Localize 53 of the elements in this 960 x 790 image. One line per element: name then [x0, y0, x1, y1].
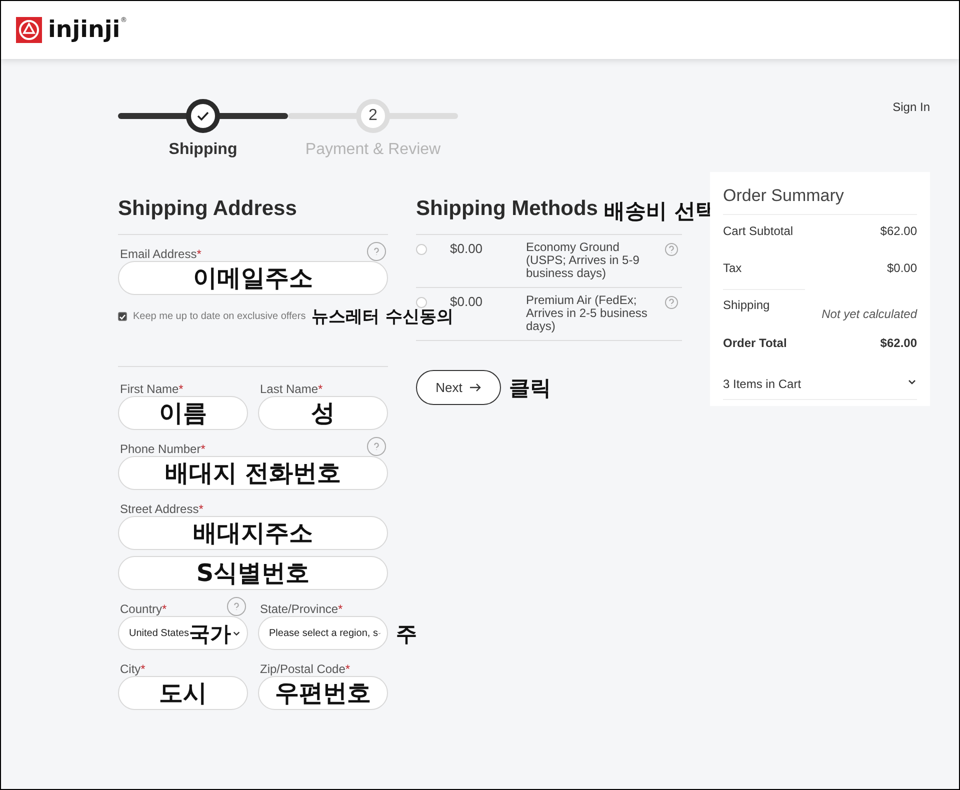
field-label: Country* — [120, 602, 167, 616]
logo-icon — [16, 17, 42, 43]
radio-button[interactable] — [416, 297, 427, 308]
input-field[interactable]: 배대지 전화번호 — [118, 456, 388, 490]
shipping-description: Economy Ground (USPS; Arrives in 5-9 business days) — [526, 241, 640, 280]
shipping-price: $0.00 — [450, 241, 484, 256]
annotation-text: 뉴스레터 수신동의 — [312, 307, 454, 328]
shipping-description: Premium Air (FedEx; Arrives in 2-5 business days) — [526, 294, 648, 333]
checkbox[interactable] — [118, 312, 127, 321]
section-title: Shipping Address — [118, 197, 297, 222]
summary-label: Order Total — [723, 336, 787, 350]
summary-value: $62.00 — [880, 336, 917, 350]
summary-value: Not yet calculated — [822, 307, 917, 321]
chevron-down-icon — [907, 377, 917, 387]
checkbox-label: Keep me up to date on exclusive offers — [133, 311, 306, 322]
logo-text: injinji — [48, 17, 120, 43]
field-label: State/Province* — [260, 602, 343, 616]
input-field[interactable]: 우편번호 — [258, 676, 388, 710]
section-title: Shipping Methods — [416, 197, 598, 222]
summary-value: $62.00 — [880, 224, 917, 238]
check-icon — [197, 111, 209, 121]
arrow-right-icon — [470, 383, 482, 392]
input-field[interactable]: 이메일주소 — [118, 261, 388, 295]
items-toggle[interactable]: 3 Items in Cart — [723, 364, 917, 400]
step-number: 2 — [368, 107, 378, 125]
field-label: Last Name* — [260, 382, 323, 396]
help-icon[interactable] — [665, 243, 678, 256]
field-label: Zip/Postal Code* — [260, 662, 350, 676]
input-field[interactable]: 성 — [258, 396, 388, 430]
field-label: Street Address* — [120, 502, 204, 516]
input-field[interactable]: 배대지주소 — [118, 516, 388, 550]
input-field[interactable]: S식별번호 — [118, 556, 388, 590]
field-label: Email Address* — [120, 247, 202, 261]
field-label: First Name* — [120, 382, 184, 396]
summary-value: $0.00 — [886, 261, 917, 275]
input-field[interactable]: 도시 — [118, 676, 248, 710]
card-title: Order Summary — [723, 186, 917, 215]
input-field[interactable]: 이름 — [118, 396, 248, 430]
sign-in-link[interactable]: Sign In — [892, 100, 930, 114]
summary-label: Cart Subtotal — [723, 224, 794, 238]
summary-label: Shipping — [723, 298, 770, 314]
help-icon[interactable] — [665, 296, 678, 309]
annotation-text: 클릭 — [509, 374, 551, 402]
field-label: Phone Number* — [120, 442, 206, 456]
radio-button[interactable] — [416, 244, 427, 255]
annotation-text: 주 — [396, 621, 417, 648]
step-label: Payment & Review — [305, 141, 441, 159]
summary-label: Tax — [723, 261, 742, 275]
annotation-text: 국가 — [189, 621, 231, 648]
step-label: Shipping — [168, 141, 238, 159]
field-label: City* — [120, 662, 146, 676]
shipping-price: $0.00 — [450, 294, 484, 309]
next-button[interactable]: Next — [416, 370, 501, 405]
